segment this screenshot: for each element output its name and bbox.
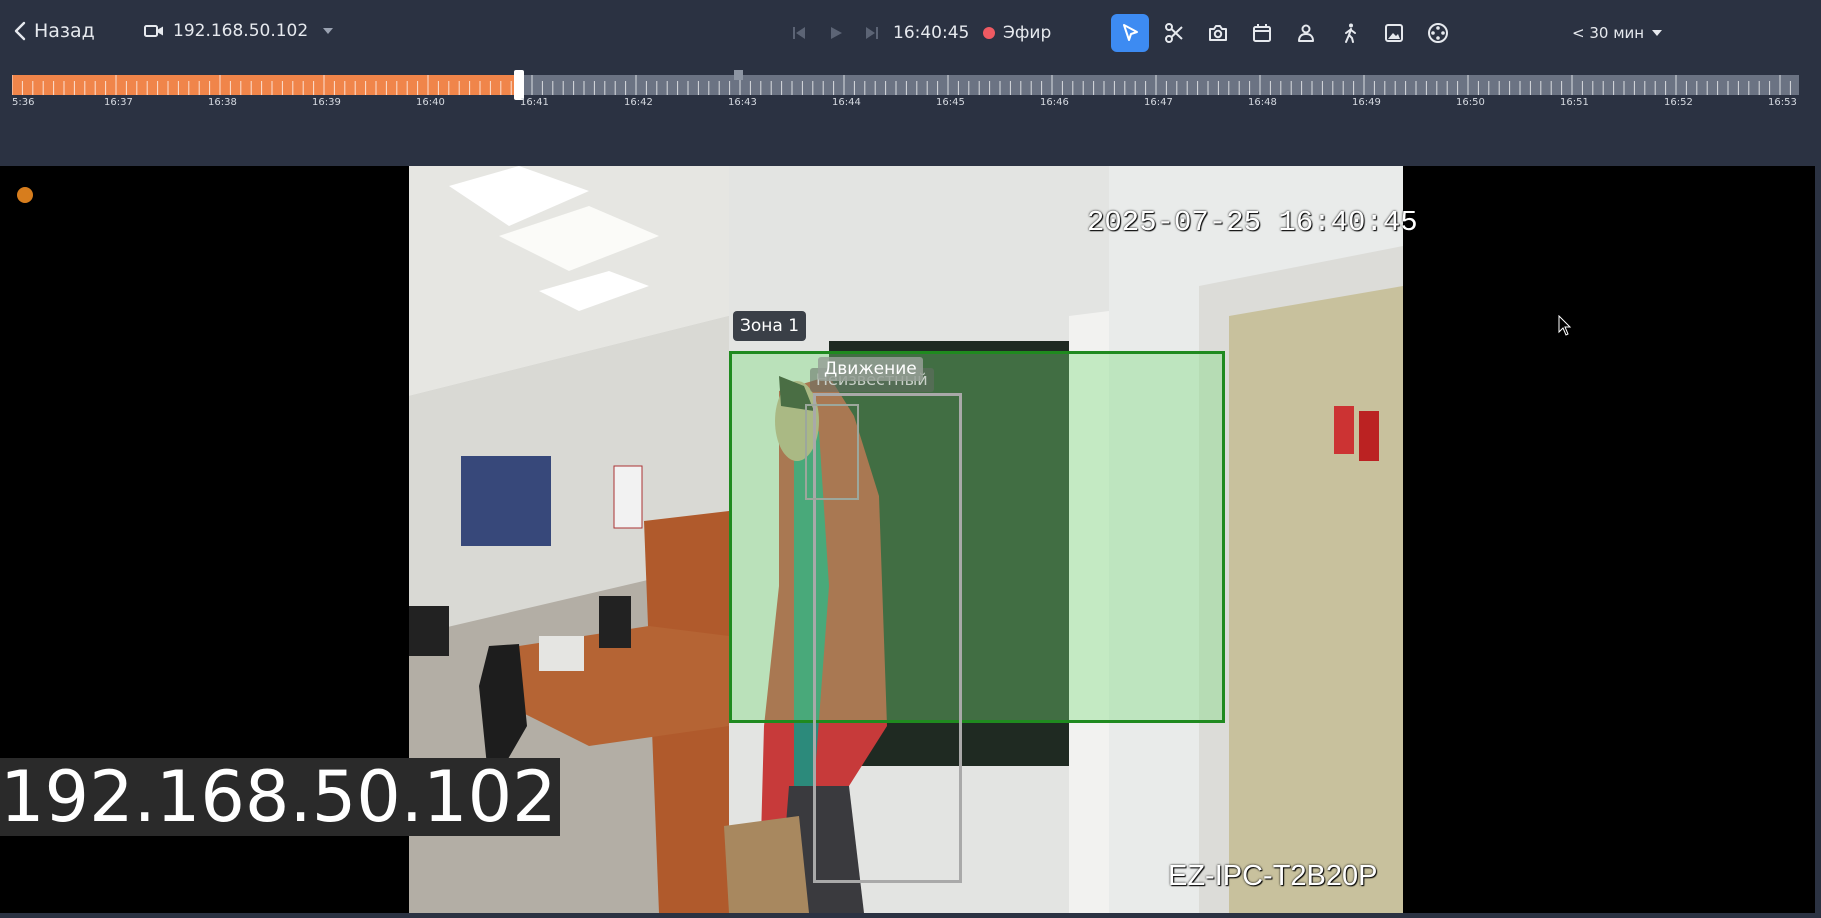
motion-tool-button[interactable] <box>1331 14 1369 52</box>
back-label: Назад <box>34 20 95 42</box>
timeline-label: 5:36 <box>12 97 35 108</box>
mouse-cursor-icon <box>1558 315 1572 336</box>
timeline-label: 16:52 <box>1664 97 1693 108</box>
timeline-label: 16:51 <box>1560 97 1589 108</box>
face-detection-box[interactable] <box>805 404 859 500</box>
camera-selector[interactable]: 192.168.50.102 <box>144 18 334 44</box>
timeline-label: 16:47 <box>1144 97 1173 108</box>
live-dot-icon <box>983 27 995 39</box>
time-range-select[interactable]: < 30 мин <box>1572 20 1663 46</box>
current-time: 16:40:45 <box>893 23 970 43</box>
walking-person-icon <box>1345 23 1356 43</box>
ptz-tool-button[interactable] <box>1419 14 1457 52</box>
select-tool-button[interactable] <box>1111 14 1149 52</box>
osd-datetime: 2025-07-25 16:40:45 <box>1087 206 1418 239</box>
person-icon <box>1298 24 1314 42</box>
live-button[interactable]: Эфир <box>983 20 1051 46</box>
joystick-icon <box>1428 23 1448 43</box>
camera-name-overlay: 192.168.50.102 <box>0 758 560 836</box>
timeline-label: 16:37 <box>104 97 133 108</box>
chevron-down-icon <box>323 28 334 34</box>
timeline-label: 16:50 <box>1456 97 1485 108</box>
face-tool-button[interactable] <box>1287 14 1325 52</box>
skip-forward-button[interactable] <box>859 20 885 46</box>
video-camera-icon <box>144 25 163 37</box>
chevron-left-icon <box>14 21 26 41</box>
timeline-label: 16:38 <box>208 97 237 108</box>
skip-next-icon <box>866 27 878 39</box>
timeline-label: 16:48 <box>1248 97 1277 108</box>
recording-indicator-icon <box>17 187 33 203</box>
clip-tool-button[interactable] <box>1155 14 1193 52</box>
cursor-arrow-icon <box>1123 24 1138 41</box>
scissors-icon <box>1165 23 1183 43</box>
timeline-label: 16:46 <box>1040 97 1069 108</box>
bottom-border <box>0 913 1821 918</box>
timeline-label: 16:43 <box>728 97 757 108</box>
timeline-label: 16:45 <box>936 97 965 108</box>
image-icon <box>1385 24 1403 42</box>
timeline-label: 16:44 <box>832 97 861 108</box>
calendar-tool-button[interactable] <box>1243 14 1281 52</box>
osd-camera-model: EZ-IPC-T2B20P <box>1168 860 1378 892</box>
timeline-ticks <box>12 75 1791 95</box>
timeline-track[interactable] <box>12 75 1799 95</box>
camera-address: 192.168.50.102 <box>173 21 309 41</box>
calendar-icon <box>1253 24 1271 42</box>
zone-label: Зона 1 <box>733 311 807 341</box>
time-range-label: < 30 мин <box>1572 24 1645 42</box>
top-bar: Назад 192.168.50.102 16:40:45 Эфир < 30 … <box>0 0 1821 166</box>
timeline-label: 16:39 <box>312 97 341 108</box>
chevron-down-icon <box>1652 30 1663 36</box>
skip-back-button[interactable] <box>786 20 812 46</box>
timeline-event-marker[interactable] <box>734 70 743 80</box>
skip-previous-icon <box>793 27 805 39</box>
motion-label: Движение <box>818 357 923 381</box>
timeline-label: 16:42 <box>624 97 653 108</box>
timeline-label: 16:41 <box>520 97 549 108</box>
live-label: Эфир <box>1003 23 1052 43</box>
timeline-label: 16:49 <box>1352 97 1381 108</box>
image-tool-button[interactable] <box>1375 14 1413 52</box>
timeline-label: 16:53 <box>1768 97 1797 108</box>
camera-icon <box>1209 25 1227 41</box>
timeline-playhead[interactable] <box>513 70 524 100</box>
detection-zone[interactable] <box>729 351 1225 723</box>
timeline-label: 16:40 <box>416 97 445 108</box>
play-icon <box>831 27 842 39</box>
timeline-labels: 5:36 16:37 16:38 16:39 16:40 16:41 16:42 16:43 1… <box>12 97 1799 111</box>
right-border <box>1815 166 1821 913</box>
snapshot-tool-button[interactable] <box>1199 14 1237 52</box>
back-button[interactable]: Назад <box>14 18 95 44</box>
play-button[interactable] <box>823 20 849 46</box>
